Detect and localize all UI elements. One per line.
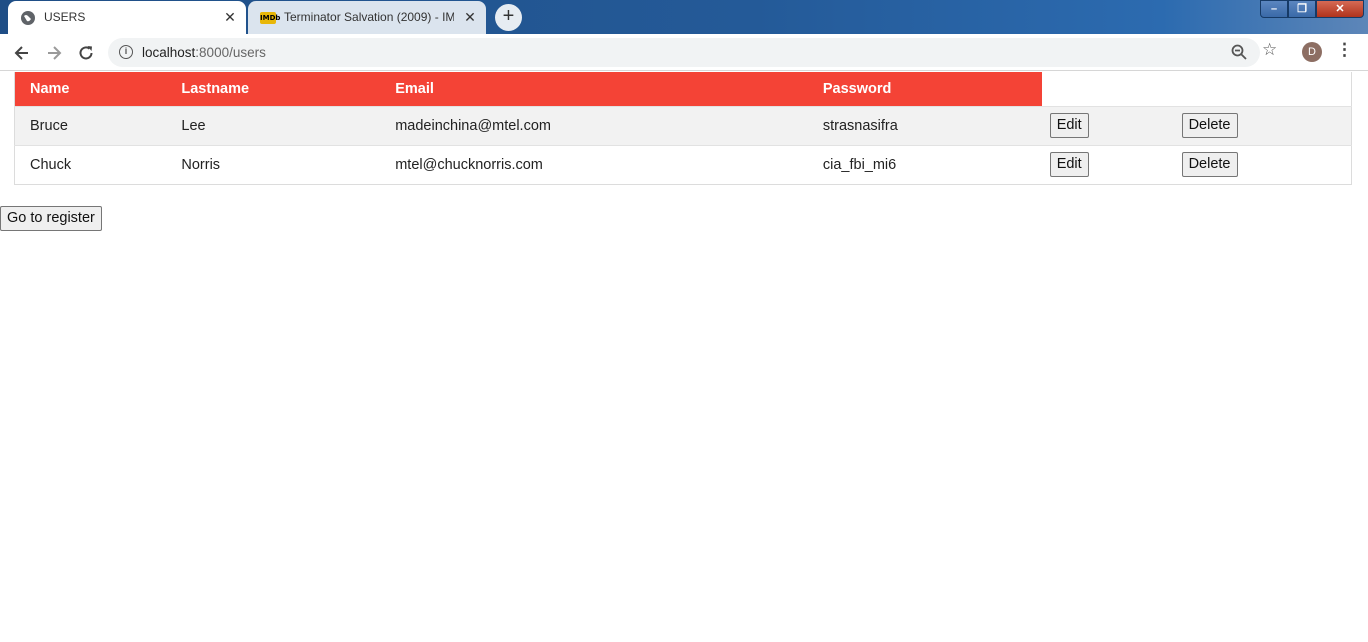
address-url: localhost:8000/users — [142, 45, 266, 60]
close-icon: ✕ — [1335, 3, 1345, 15]
cell-delete: Delete — [1174, 106, 1352, 145]
reload-icon[interactable] — [76, 43, 96, 63]
table-row: Chuck Norris mtel@chucknorris.com cia_fb… — [14, 145, 1352, 184]
cell-lastname: Norris — [181, 156, 221, 173]
edit-button[interactable]: Edit — [1049, 113, 1089, 138]
browser-toolbar: i localhost:8000/users ☆ D ⋮ — [0, 34, 1368, 71]
table-row: Bruce Lee madeinchina@mtel.com strasnasi… — [14, 106, 1352, 145]
tab-users[interactable]: USERS ✕ — [8, 1, 246, 34]
bookmark-star-icon[interactable]: ☆ — [1262, 40, 1277, 60]
cell-name: Bruce — [30, 117, 68, 134]
browser-title-bar: USERS ✕ IMDb Terminator Salvation (2009)… — [0, 0, 1368, 34]
site-info-icon[interactable]: i — [119, 45, 133, 59]
column-header-password: Password — [807, 72, 1042, 106]
imdb-favicon-icon: IMDb — [260, 12, 281, 24]
cell-lastname: Lee — [181, 117, 206, 134]
delete-button[interactable]: Delete — [1181, 152, 1238, 177]
maximize-button[interactable]: ❐ — [1288, 0, 1316, 18]
close-window-button[interactable]: ✕ — [1316, 0, 1364, 18]
cell-password: cia_fbi_mi6 — [822, 156, 897, 173]
column-header-name: Name — [14, 72, 167, 106]
address-bar[interactable]: i localhost:8000/users — [108, 38, 1260, 67]
kebab-menu-icon[interactable]: ⋮ — [1336, 40, 1353, 60]
cell-edit: Edit — [1042, 145, 1174, 184]
tab-close-icon[interactable]: ✕ — [462, 9, 478, 25]
minimize-icon: – — [1270, 3, 1278, 15]
zoom-out-icon[interactable] — [1230, 43, 1248, 61]
url-path: :8000/users — [195, 45, 266, 60]
go-to-register-button[interactable]: Go to register — [0, 206, 102, 231]
tab-imdb[interactable]: IMDb Terminator Salvation (2009) - IMDb … — [248, 1, 486, 34]
cell-password: strasnasifra — [822, 117, 898, 134]
column-header-email: Email — [380, 72, 808, 106]
table-header-row: Name Lastname Email Password — [14, 72, 1352, 106]
back-arrow-icon[interactable] — [12, 43, 32, 63]
delete-button[interactable]: Delete — [1181, 113, 1238, 138]
cell-email: mtel@chucknorris.com — [395, 156, 543, 173]
cell-name: Chuck — [30, 156, 72, 173]
tab-close-icon[interactable]: ✕ — [222, 9, 238, 25]
edit-button[interactable]: Edit — [1049, 152, 1089, 177]
new-tab-button[interactable]: + — [495, 4, 522, 31]
minimize-button[interactable]: – — [1260, 0, 1288, 18]
column-header-edit — [1041, 72, 1174, 106]
profile-avatar[interactable]: D — [1302, 42, 1322, 62]
tab-title: Terminator Salvation (2009) - IMDb — [284, 10, 454, 24]
cell-delete: Delete — [1174, 145, 1352, 184]
forward-arrow-icon[interactable] — [44, 43, 64, 63]
cell-email: madeinchina@mtel.com — [395, 117, 551, 134]
cell-edit: Edit — [1042, 106, 1174, 145]
globe-icon — [21, 11, 35, 25]
maximize-icon: ❐ — [1297, 3, 1307, 15]
column-header-delete — [1173, 72, 1352, 106]
column-header-lastname: Lastname — [166, 72, 381, 106]
url-host: localhost — [142, 45, 196, 60]
tab-title: USERS — [44, 10, 86, 24]
users-table: Name Lastname Email Password Bruce Lee m… — [14, 72, 1352, 185]
